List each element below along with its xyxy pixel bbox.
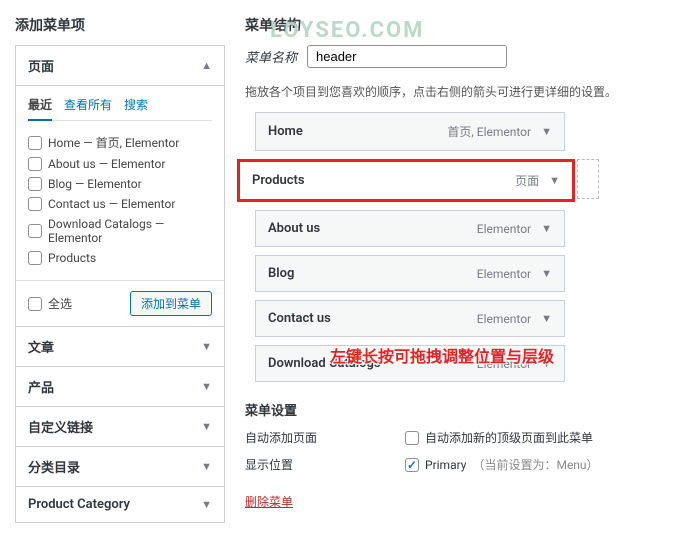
menu-structure-heading: 菜单结构	[245, 15, 672, 35]
delete-menu-link[interactable]: 删除菜单	[245, 493, 293, 510]
annotation-text: 左键长按可拖拽调整位置与层级	[330, 343, 554, 367]
accordion-label: 分类目录	[28, 457, 80, 476]
caret-down-icon: ▼	[201, 340, 212, 353]
pages-accordion-head[interactable]: 页面 ▲	[16, 46, 224, 86]
accordion-products[interactable]: 产品 ▼	[16, 367, 224, 406]
menu-item-products[interactable]: Products 页面 ▼	[237, 159, 575, 202]
accordion-product-category[interactable]: Product Category ▼	[16, 487, 224, 522]
auto-add-text: 自动添加新的顶级页面到此菜单	[425, 429, 593, 446]
caret-down-icon: ▼	[549, 174, 560, 187]
caret-down-icon: ▼	[541, 125, 552, 138]
primary-label: Primary	[425, 458, 466, 472]
accordion-categories[interactable]: 分类目录 ▼	[16, 447, 224, 486]
auto-add-checkbox[interactable]	[405, 431, 419, 445]
menu-item-home[interactable]: Home 首页, Elementor ▼	[255, 112, 565, 151]
caret-down-icon: ▼	[541, 267, 552, 280]
menu-name-input[interactable]	[307, 45, 507, 68]
caret-down-icon: ▼	[201, 420, 212, 433]
caret-down-icon: ▼	[541, 312, 552, 325]
caret-down-icon: ▼	[201, 380, 212, 393]
page-item-label: Home — 首页, Elementor	[48, 134, 179, 151]
tab-recent[interactable]: 最近	[28, 96, 52, 121]
menu-item-type: Elementor	[477, 267, 531, 281]
menu-item-type: Elementor	[477, 312, 531, 326]
auto-add-label: 自动添加页面	[245, 429, 405, 446]
select-all-checkbox[interactable]	[28, 297, 42, 311]
accordion-label: Product Category	[28, 497, 130, 512]
page-item-label: About us — Elementor	[48, 157, 165, 171]
menu-item-title: About us	[268, 221, 320, 236]
accordion-custom-links[interactable]: 自定义链接 ▼	[16, 407, 224, 446]
caret-down-icon: ▼	[201, 498, 212, 511]
accordion-label: 自定义链接	[28, 417, 93, 436]
tab-view-all[interactable]: 查看所有	[64, 96, 112, 120]
pages-label: 页面	[28, 56, 54, 75]
drop-placeholder	[577, 159, 599, 199]
page-checkbox[interactable]	[28, 224, 42, 238]
caret-down-icon: ▼	[541, 222, 552, 235]
page-item-label: Blog — Elementor	[48, 177, 142, 191]
primary-note: （当前设置为：Menu）	[472, 456, 598, 473]
menu-item-type: 首页, Elementor	[447, 123, 531, 140]
menu-settings-heading: 菜单设置	[245, 400, 672, 419]
menu-item-title: Blog	[268, 266, 294, 281]
add-to-menu-button[interactable]: 添加到菜单	[130, 291, 212, 316]
menu-item-title: Contact us	[268, 311, 331, 326]
page-checkbox[interactable]	[28, 251, 42, 265]
menu-item-title: Home	[268, 124, 303, 139]
page-item-label: Download Catalogs — Elementor	[48, 217, 212, 245]
accordion-label: 文章	[28, 337, 54, 356]
page-checkbox[interactable]	[28, 157, 42, 171]
drag-hint: 拖放各个项目到您喜欢的顺序，点击右侧的箭头可进行更详细的设置。	[245, 83, 672, 100]
caret-up-icon: ▲	[201, 59, 212, 72]
page-item-label: Products	[48, 251, 96, 265]
page-checkbox[interactable]	[28, 177, 42, 191]
menu-item-type: 页面	[515, 172, 539, 189]
menu-item-about[interactable]: About us Elementor ▼	[255, 210, 565, 247]
accordion-label: 产品	[28, 377, 54, 396]
page-item-label: Contact us — Elementor	[48, 197, 175, 211]
primary-checkbox[interactable]	[405, 458, 419, 472]
select-all-label: 全选	[48, 295, 72, 312]
menu-item-contact[interactable]: Contact us Elementor ▼	[255, 300, 565, 337]
menu-item-type: Elementor	[477, 222, 531, 236]
tab-search[interactable]: 搜索	[124, 96, 148, 120]
menu-name-label: 菜单名称	[245, 47, 297, 66]
display-location-label: 显示位置	[245, 456, 405, 473]
page-checkbox[interactable]	[28, 136, 42, 150]
menu-item-blog[interactable]: Blog Elementor ▼	[255, 255, 565, 292]
page-checkbox[interactable]	[28, 197, 42, 211]
menu-item-title: Products	[252, 173, 305, 188]
caret-down-icon: ▼	[201, 460, 212, 473]
accordion-posts[interactable]: 文章 ▼	[16, 327, 224, 366]
add-items-heading: 添加菜单项	[15, 15, 225, 35]
